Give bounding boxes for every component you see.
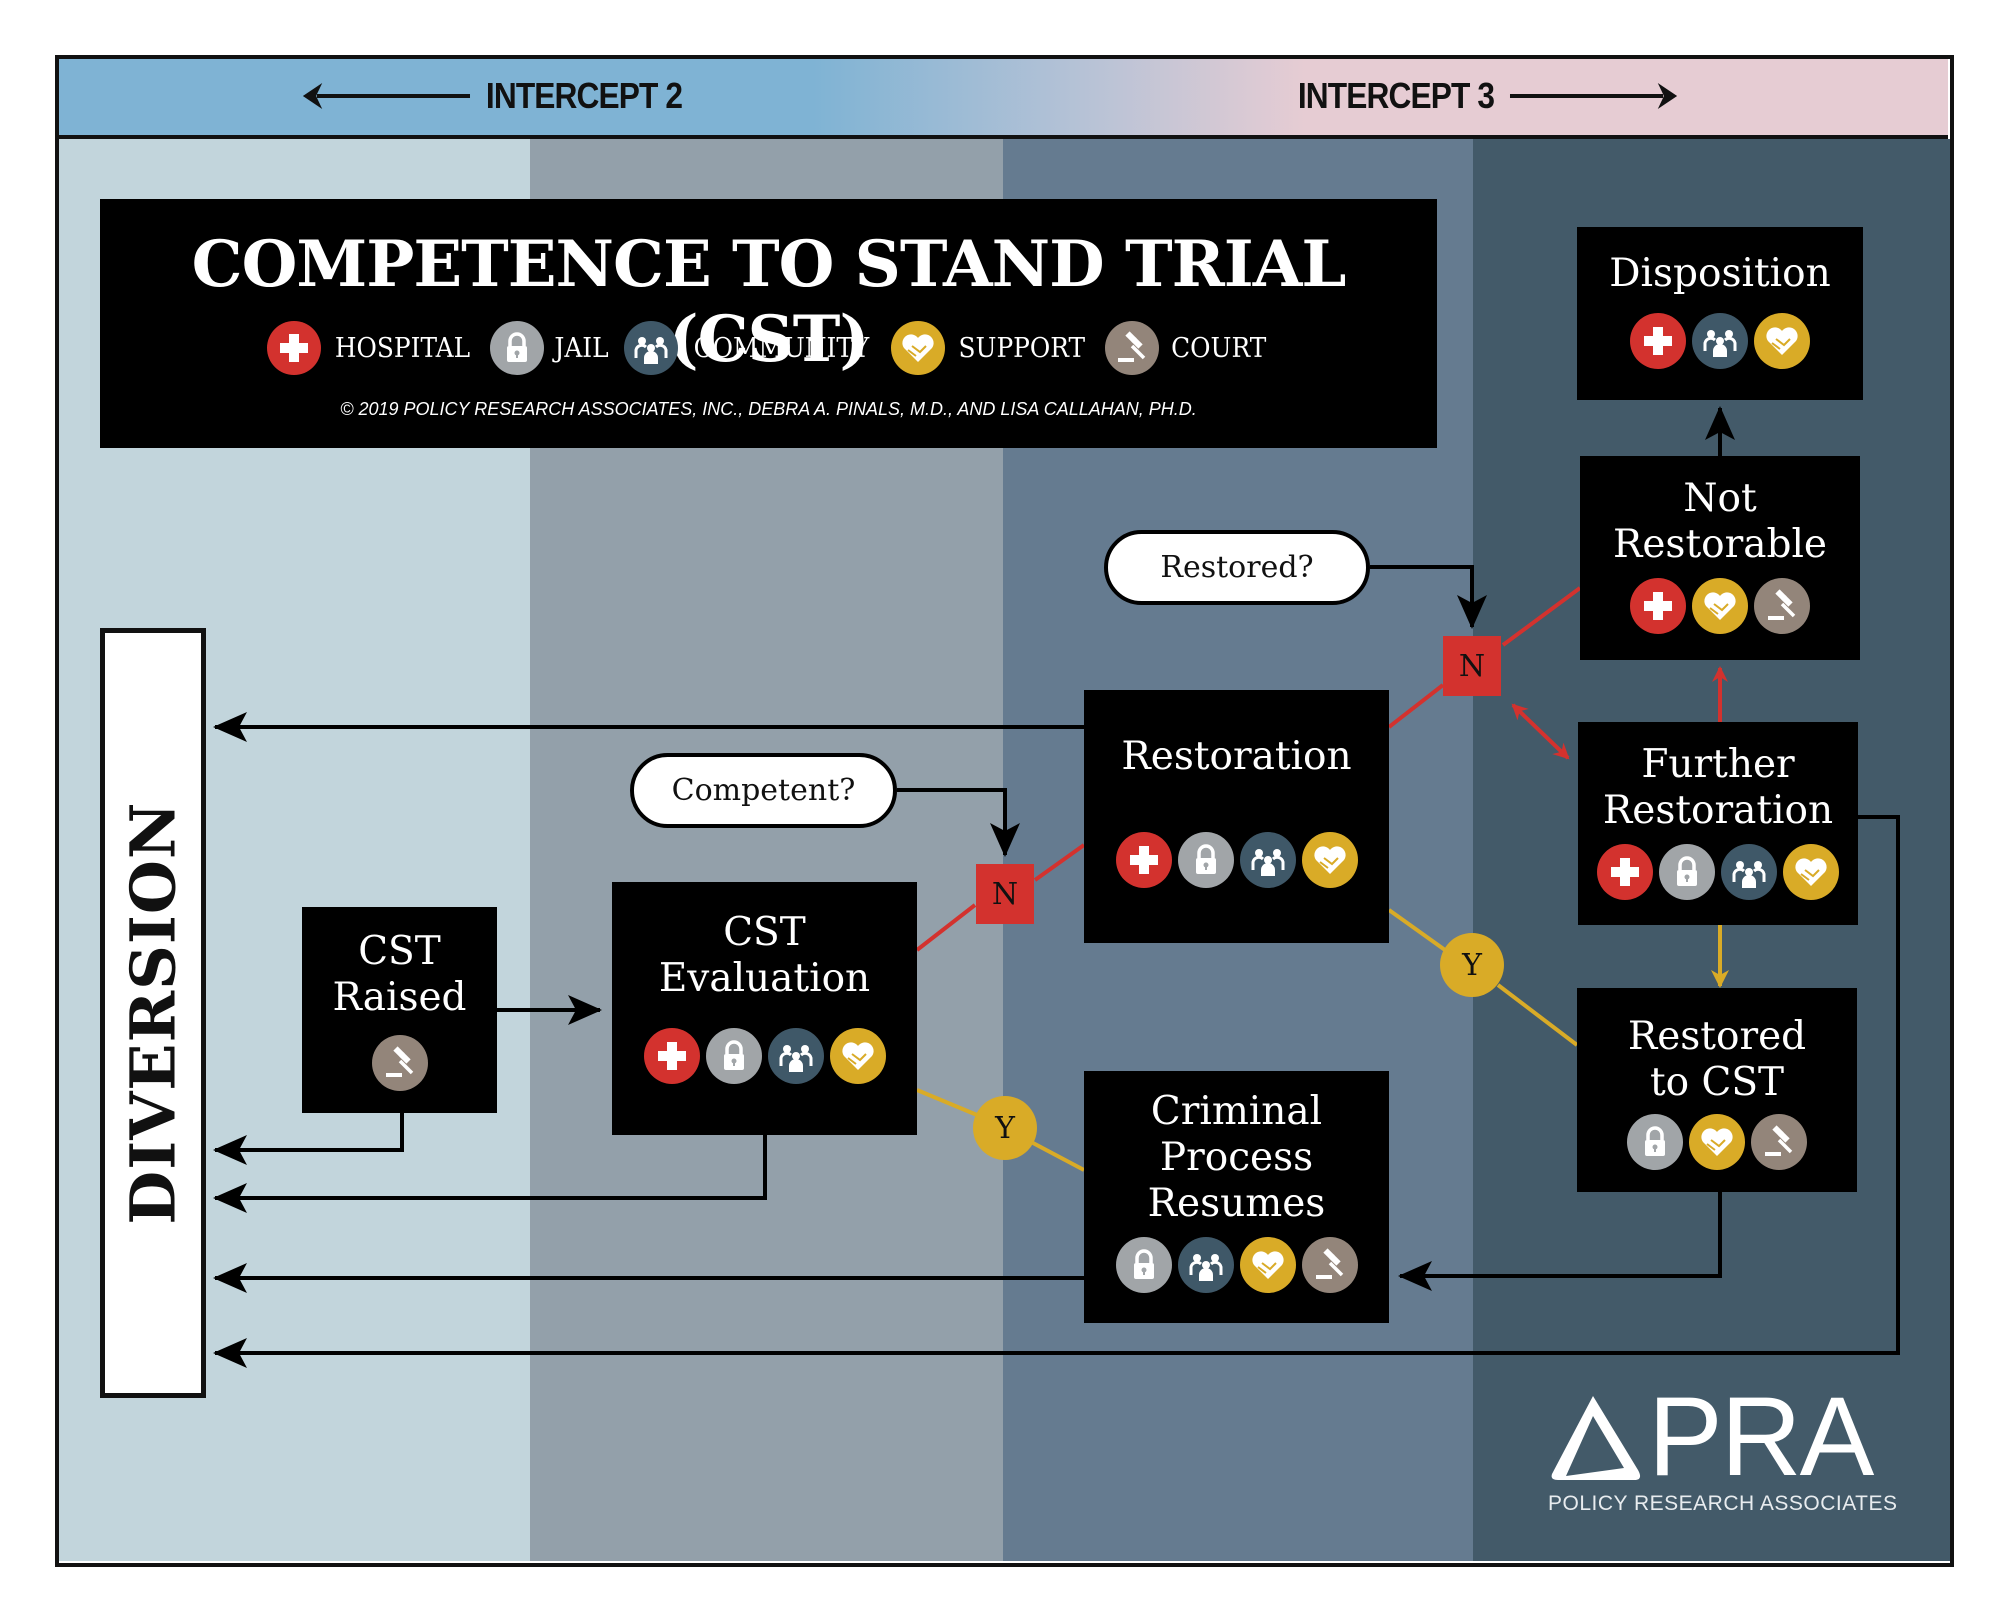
node-further-restoration: Further Restoration [1578,722,1858,925]
jail-icon [1177,832,1234,888]
hospital-icon [1115,832,1172,888]
node-icons [1597,844,1839,900]
community-icon [624,321,679,375]
node-restoration: Restoration [1084,690,1389,943]
court-icon [1105,321,1160,375]
node-icons [1115,1237,1358,1293]
support-icon [1239,1237,1296,1293]
node-icons [1115,832,1358,888]
court-icon [1751,1114,1807,1170]
node-not-restorable: Not Restorable [1580,456,1860,660]
pra-wordmark: PRA [1648,1374,1874,1499]
node-icons [1627,1114,1807,1170]
pra-logo: PRA POLICY RESEARCH ASSOCIATES [1548,1381,1897,1522]
court-icon [1301,1237,1358,1293]
community-icon [1721,844,1777,900]
diversion-box: DIVERSION [100,628,206,1398]
support-icon [891,321,946,375]
jail-icon [1627,1114,1683,1170]
support-icon [1783,844,1839,900]
icon-legend: HOSPITAL JAIL COMMUNITY SUPPORT COURT [100,321,1437,375]
jail-icon [1115,1237,1172,1293]
node-cst-raised: CST Raised [302,907,497,1113]
legend-item-jail: JAIL [489,321,611,375]
node-icons [643,1028,886,1084]
hospital-icon [1597,844,1653,900]
community-icon [1692,313,1748,369]
support-icon [1301,832,1358,888]
node-icons [371,1035,428,1091]
court-icon [371,1035,428,1091]
support-icon [1692,578,1748,634]
support-icon [829,1028,886,1084]
node-disposition: Disposition [1577,227,1863,400]
hospital-icon [266,321,321,375]
node-icons [1630,313,1810,369]
pra-triangle-icon [1551,1396,1641,1480]
competent-decision: Competent? [630,753,897,828]
jail-icon [489,321,544,375]
node-cst-evaluation: CST Evaluation [612,882,917,1135]
community-icon [767,1028,824,1084]
diversion-label: DIVERSION [116,801,190,1225]
legend-item-community: COMMUNITY [624,321,877,375]
copyright-notice: © 2019 POLICY RESEARCH ASSOCIATES, INC.,… [340,399,1197,419]
court-icon [1754,578,1810,634]
node-icons [1630,578,1810,634]
jail-icon [1659,844,1715,900]
legend-item-court: COURT [1105,321,1270,375]
support-icon [1689,1114,1745,1170]
hospital-icon [1630,313,1686,369]
yes-marker-1: Y [973,1096,1037,1160]
no-marker-1: N [976,864,1034,924]
legend-item-support: SUPPORT [891,321,1091,375]
hospital-icon [643,1028,700,1084]
no-marker-2: N [1443,636,1501,696]
pra-subtitle: POLICY RESEARCH ASSOCIATES [1548,1492,1898,1515]
restored-decision: Restored? [1104,530,1370,605]
hospital-icon [1630,578,1686,634]
title-panel: COMPETENCE TO STAND TRIAL (CST) HOSPITAL… [100,199,1437,448]
jail-icon [705,1028,762,1084]
community-icon [1177,1237,1234,1293]
yes-marker-2: Y [1440,933,1504,997]
support-icon [1754,313,1810,369]
node-restored-to-cst: Restored to CST [1577,988,1857,1192]
node-criminal-process-resumes: Criminal Process Resumes [1084,1071,1389,1323]
community-icon [1239,832,1296,888]
legend-item-hospital: HOSPITAL [266,321,476,375]
